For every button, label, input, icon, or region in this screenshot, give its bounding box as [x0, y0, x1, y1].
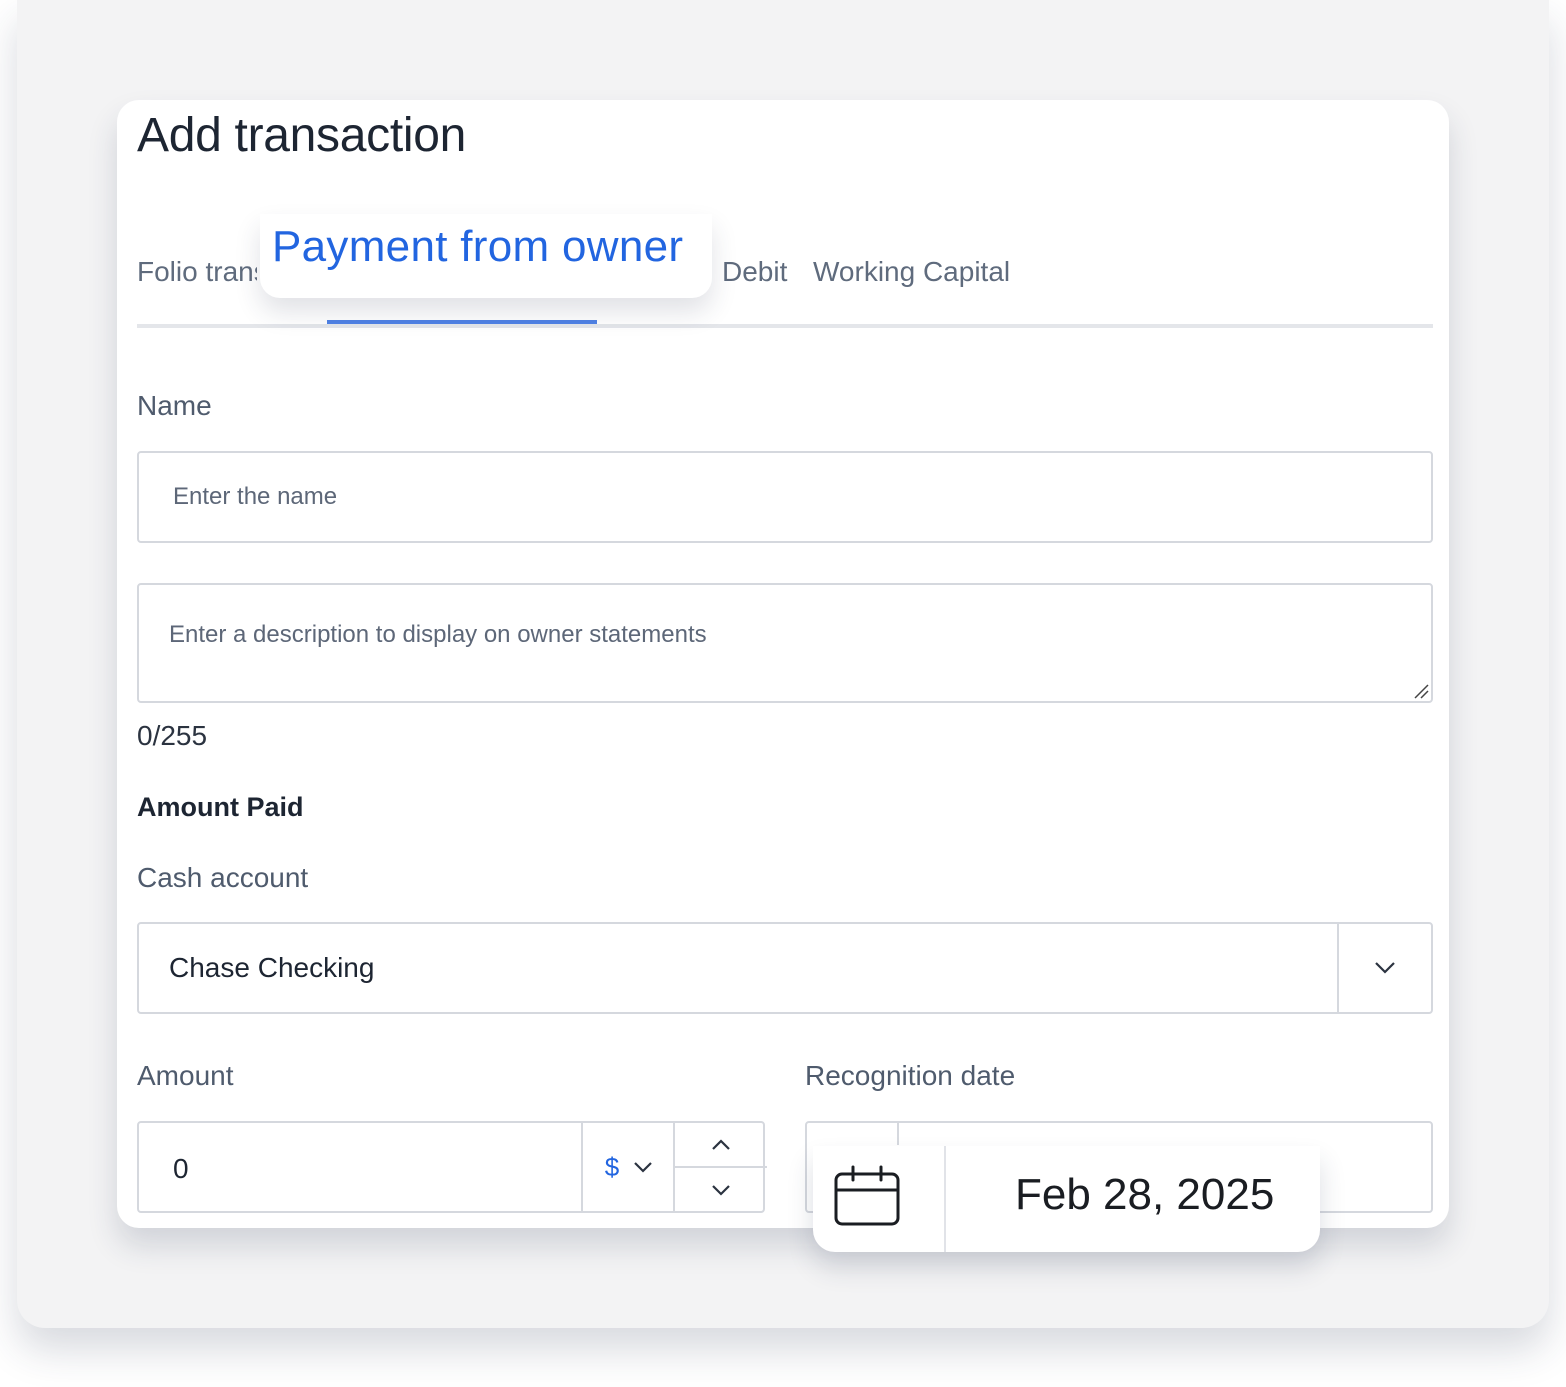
amount-stepper — [673, 1123, 767, 1211]
dialog-title: Add transaction — [137, 109, 467, 162]
char-counter: 0/255 — [137, 720, 208, 751]
chevron-down-icon — [634, 1162, 653, 1173]
chevron-up-icon — [712, 1138, 730, 1150]
currency-select[interactable]: $ — [581, 1123, 675, 1211]
date-field-divider — [897, 1123, 899, 1145]
active-tab-indicator — [327, 320, 597, 324]
section-title-amount-paid: Amount Paid — [137, 792, 304, 822]
recognition-date-label: Recognition date — [805, 1060, 1016, 1091]
amount-value[interactable]: 0 — [173, 1153, 189, 1185]
tab-working-capital[interactable]: Working Capital — [813, 256, 1010, 288]
resize-grip-icon[interactable] — [1413, 683, 1429, 699]
currency-symbol: $ — [604, 1151, 620, 1182]
decrement-button[interactable] — [675, 1168, 767, 1211]
name-label: Name — [137, 390, 212, 421]
tab-payment-from-owner-label: Payment from owner — [272, 222, 684, 271]
description-textarea[interactable] — [139, 585, 1431, 701]
cash-account-label: Cash account — [137, 862, 309, 893]
date-picker-divider — [944, 1146, 946, 1252]
select-toggle[interactable] — [1337, 924, 1431, 1012]
amount-field[interactable]: 0 $ — [137, 1121, 767, 1213]
description-field — [137, 583, 1433, 703]
recognition-date-value[interactable]: Feb 28, 2025 — [1015, 1170, 1274, 1220]
amount-label: Amount — [137, 1060, 234, 1091]
recognition-date-picker[interactable]: Feb 28, 2025 — [813, 1146, 1320, 1252]
chevron-down-icon — [712, 1184, 730, 1196]
name-field — [137, 451, 1433, 543]
tab-folio-transactions[interactable]: Folio transactions — [137, 256, 257, 288]
tab-payment-from-owner[interactable]: Payment from owner — [260, 214, 712, 298]
cash-account-value: Chase Checking — [169, 952, 375, 983]
cash-account-select[interactable]: Chase Checking — [137, 922, 1433, 1014]
calendar-icon[interactable] — [833, 1164, 903, 1228]
tab-debit[interactable]: Debit — [722, 256, 787, 288]
name-input[interactable] — [139, 453, 1431, 541]
chevron-down-icon — [1375, 962, 1395, 974]
increment-button[interactable] — [675, 1123, 767, 1168]
